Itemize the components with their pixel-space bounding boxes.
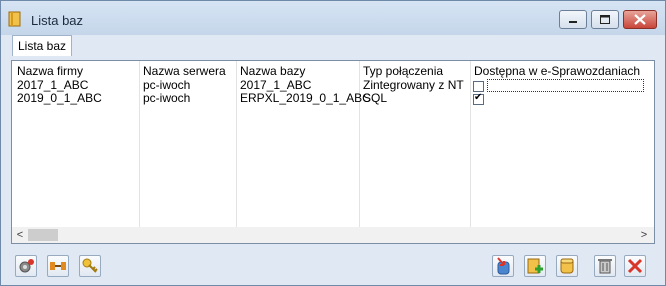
- tab-strip: Lista baz: [1, 35, 665, 57]
- cell-nazwa-firmy: 2019_0_1_ABC: [17, 91, 102, 105]
- column-header-nazwa-serwera[interactable]: Nazwa serwera: [143, 64, 226, 78]
- scroll-right-icon[interactable]: >: [636, 227, 652, 243]
- add-database-button[interactable]: [524, 255, 546, 277]
- database-icon: [560, 258, 574, 274]
- import-button[interactable]: [492, 255, 514, 277]
- close-icon: [634, 14, 646, 25]
- database-add-icon: [527, 258, 543, 274]
- scroll-left-icon[interactable]: <: [12, 227, 28, 243]
- window-title: Lista baz: [31, 13, 84, 28]
- cell-typ-polaczenia: SQL: [363, 91, 388, 105]
- database-import-icon: [497, 257, 510, 275]
- database-book-icon: [8, 11, 21, 27]
- cell-nazwa-bazy: 2017_1_ABC: [240, 78, 312, 92]
- cell-typ-polaczenia: Zintegrowany z NT: [363, 78, 464, 92]
- column-header-nazwa-bazy[interactable]: Nazwa bazy: [240, 64, 305, 78]
- bottom-toolbar: [1, 250, 665, 285]
- checkbox-dostepna[interactable]: [473, 92, 484, 105]
- column-header-typ-polaczenia[interactable]: Typ połączenia: [363, 64, 443, 78]
- key-button[interactable]: [79, 255, 101, 277]
- cancel-button[interactable]: [624, 255, 646, 277]
- link-icon: [50, 262, 66, 270]
- trash-icon: [598, 259, 612, 274]
- column-separator: [470, 61, 471, 235]
- tab-lista-baz[interactable]: Lista baz: [12, 35, 73, 57]
- content-panel: Nazwa firmy Nazwa serwera Nazwa bazy Typ…: [1, 56, 665, 248]
- database-table[interactable]: Nazwa firmy Nazwa serwera Nazwa bazy Typ…: [11, 60, 655, 244]
- maximize-button[interactable]: [591, 10, 619, 29]
- cell-nazwa-bazy: ERPXL_2019_0_1_ABC: [240, 91, 371, 105]
- cell-nazwa-serwera: pc-iwoch: [143, 91, 191, 105]
- column-header-dostepna[interactable]: Dostępna w e-Sprawozdaniach: [474, 64, 640, 78]
- checkbox-dostepna[interactable]: [473, 81, 484, 92]
- column-header-nazwa-firmy[interactable]: Nazwa firmy: [17, 64, 83, 78]
- scroll-thumb[interactable]: [28, 229, 58, 241]
- cell-nazwa-serwera: pc-iwoch: [143, 78, 191, 92]
- settings-button[interactable]: [15, 255, 37, 277]
- connect-button[interactable]: [47, 255, 69, 277]
- delete-button[interactable]: [594, 255, 616, 277]
- list-window: Lista baz Lista baz Nazwa firmy Nazwa se…: [0, 0, 666, 286]
- focus-rectangle: [487, 79, 644, 92]
- title-bar[interactable]: Lista baz: [1, 1, 665, 35]
- close-button[interactable]: [623, 10, 657, 29]
- column-separator: [359, 61, 360, 235]
- cell-nazwa-firmy: 2017_1_ABC: [17, 78, 89, 92]
- key-icon: [82, 258, 98, 273]
- gear-icon: [19, 259, 34, 273]
- close-icon: [627, 258, 643, 274]
- column-separator: [139, 61, 140, 235]
- minimize-icon: [569, 21, 577, 23]
- column-separator: [236, 61, 237, 235]
- maximize-icon: [600, 15, 610, 24]
- horizontal-scrollbar[interactable]: < >: [12, 227, 654, 243]
- minimize-button[interactable]: [559, 10, 587, 29]
- open-database-button[interactable]: [556, 255, 578, 277]
